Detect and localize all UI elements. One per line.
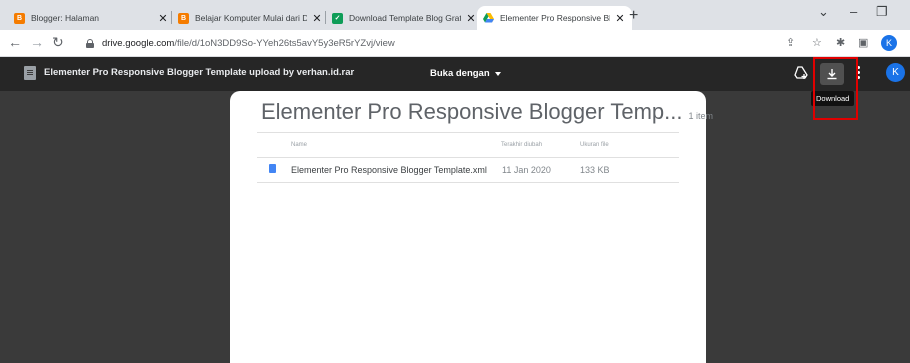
tab-title: Belajar Komputer Mulai dari Dasa [195, 13, 307, 23]
open-with-label: Buka dengan [430, 68, 490, 79]
lock-icon [86, 38, 94, 48]
column-header-modified[interactable]: Terakhir diubah [501, 142, 542, 148]
chrome-profile-avatar[interactable]: K [881, 35, 897, 51]
item-count: 1 item [688, 111, 713, 121]
blogger-favicon-icon: B [178, 12, 189, 24]
caret-down-icon [494, 71, 501, 76]
tab-search-chevron-icon[interactable]: ⌄ [818, 4, 829, 20]
tab-belajar-komputer[interactable]: B Belajar Komputer Mulai dari Dasa ✕ [172, 6, 329, 30]
xml-file-icon [269, 164, 276, 173]
drive-account-avatar[interactable]: K [886, 63, 905, 82]
column-header-name[interactable]: Name [291, 142, 307, 148]
blogger-favicon-icon: B [14, 12, 25, 24]
tab-blogger[interactable]: B Blogger: Halaman ✕ [8, 6, 175, 30]
browser-tab-strip: B Blogger: Halaman ✕ B Belajar Komputer … [0, 0, 910, 30]
column-header-size[interactable]: Ukuran file [580, 142, 609, 148]
add-to-drive-icon[interactable] [794, 66, 808, 80]
archive-title: Elementer Pro Responsive Blogger Temp...… [261, 99, 713, 125]
file-size: 133 KB [580, 165, 610, 175]
tab-title: Blogger: Halaman [31, 13, 100, 23]
side-panel-icon[interactable]: ▣ [858, 36, 868, 49]
forward-arrow-icon[interactable]: → [30, 34, 44, 51]
address-toolbar: ← → ↻ drive.google.com/file/d/1oN3DD9So-… [0, 30, 910, 57]
extensions-puzzle-icon[interactable]: ✱ [836, 36, 845, 49]
close-icon[interactable]: ✕ [311, 12, 323, 25]
archive-file-icon [24, 66, 36, 80]
bookmark-star-icon[interactable]: ☆ [812, 36, 822, 49]
restore-icon[interactable]: ❐ [876, 4, 888, 20]
open-with-button[interactable]: Buka dengan [426, 65, 505, 82]
close-icon[interactable]: ✕ [157, 12, 169, 25]
close-icon[interactable]: ✕ [465, 12, 477, 25]
new-tab-plus-icon[interactable]: + [629, 7, 638, 25]
viewer-file-title: Elementer Pro Responsive Blogger Templat… [44, 67, 355, 78]
tab-elementer-pro[interactable]: Elementer Pro Responsive Blogge ✕ [477, 6, 632, 30]
shield-favicon-icon: ✓ [332, 12, 343, 24]
tab-title: Elementer Pro Responsive Blogge [500, 13, 610, 23]
url-path: /file/d/1oN3DD9So-YYeh26ts5avY5y3eR5rYZv… [174, 37, 395, 49]
tab-download-template[interactable]: ✓ Download Template Blog Gratis I ✕ [326, 6, 483, 30]
download-highlight-box [813, 57, 858, 120]
row-divider [257, 182, 679, 183]
omnibox[interactable]: drive.google.com/file/d/1oN3DD9So-YYeh26… [76, 33, 776, 53]
back-arrow-icon[interactable]: ← [8, 34, 22, 51]
close-icon[interactable]: ✕ [614, 12, 626, 25]
google-drive-favicon-icon [483, 13, 494, 24]
file-row[interactable]: Elementer Pro Responsive Blogger Templat… [257, 158, 679, 182]
header-divider [257, 132, 679, 133]
archive-contents-card: Elementer Pro Responsive Blogger Temp...… [230, 91, 713, 363]
archive-title-text: Elementer Pro Responsive Blogger Temp... [261, 99, 683, 124]
url-host: drive.google.com [102, 37, 175, 49]
reload-icon[interactable]: ↻ [52, 34, 64, 51]
url-text[interactable]: drive.google.com/file/d/1oN3DD9So-YYeh26… [102, 38, 395, 49]
tab-title: Download Template Blog Gratis I [349, 13, 461, 23]
file-modified: 11 Jan 2020 [502, 165, 551, 175]
share-icon[interactable]: ⇪ [786, 36, 795, 49]
file-name: Elementer Pro Responsive Blogger Templat… [291, 165, 487, 175]
minimize-icon[interactable]: – [850, 4, 857, 19]
